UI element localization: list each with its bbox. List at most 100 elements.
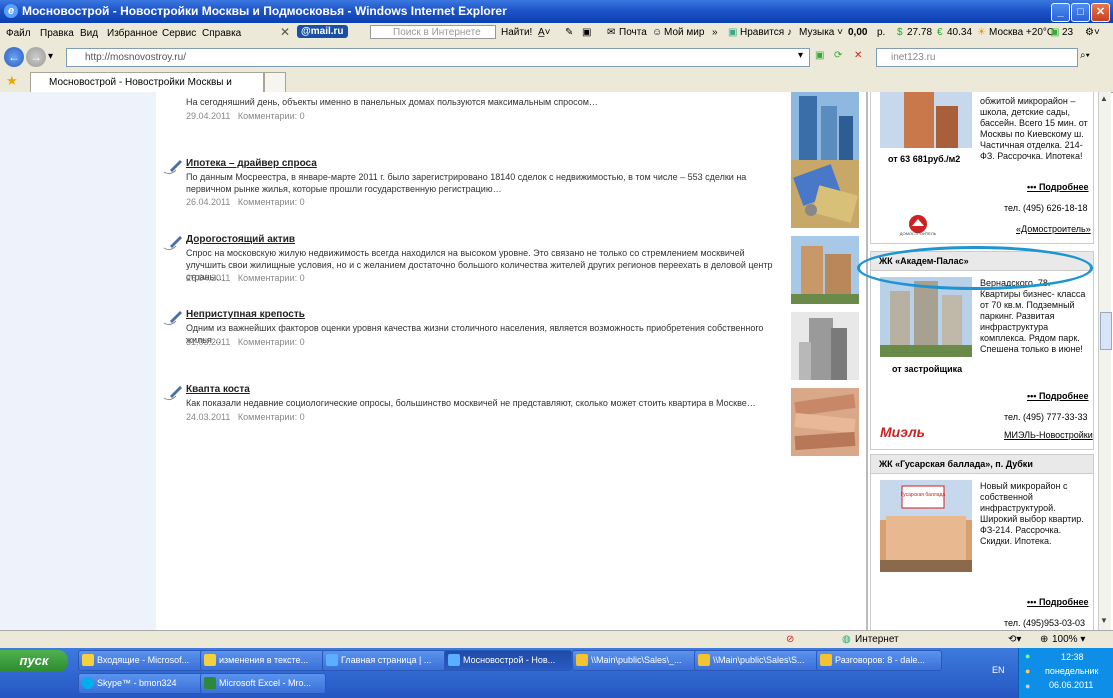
mail-link[interactable]: ✉ Почта [607, 27, 647, 38]
ad-image[interactable]: Гусарская баллада [880, 480, 972, 572]
ad-more-link[interactable]: ••• Подробнее [1027, 391, 1089, 401]
address-dropdown-icon[interactable]: ▾ [798, 50, 803, 61]
protected-mode-icon[interactable]: ⊘ [786, 634, 794, 645]
ad-image[interactable] [880, 92, 972, 148]
chat-icon [820, 654, 832, 666]
screenshot-icon[interactable]: ▣ [582, 27, 591, 38]
scroll-up-icon[interactable]: ▲ [1100, 94, 1108, 103]
taskbar-item-skype[interactable]: Skype™ - bmon324 [78, 673, 204, 694]
news-thumbnail[interactable] [791, 92, 859, 160]
weather[interactable]: ☀ Москва +20°C [977, 27, 1054, 38]
ad-developer-link[interactable]: МИЭЛЬ-Новостройки [1004, 430, 1093, 440]
taskbar-item-mosnovostroy[interactable]: Мосновострой - Нов... [444, 650, 572, 671]
vertical-scrollbar[interactable]: ▲ ▼ [1098, 92, 1112, 630]
news-comments[interactable]: Комментарии: 0 [238, 197, 305, 207]
taskbar-item-home[interactable]: Главная страница | ... [322, 650, 448, 671]
ad-more-link[interactable]: ••• Подробнее [1027, 182, 1089, 192]
miel-logo[interactable]: Миэль [880, 424, 925, 440]
history-chevron-icon[interactable]: ▾ [48, 51, 53, 62]
notifications[interactable]: ▣ 23 [1050, 27, 1073, 38]
start-button[interactable]: пуск [0, 650, 68, 672]
language-indicator[interactable]: EN [992, 665, 1005, 675]
column-divider [866, 92, 868, 630]
toolbar-close-icon[interactable]: ✕ [280, 25, 290, 39]
ad-text: Новый микрорайон с собственной инфрастру… [980, 481, 1084, 546]
stop-icon[interactable]: ✕ [854, 50, 862, 61]
forward-button[interactable]: → [26, 47, 46, 67]
news-thumbnail[interactable] [791, 388, 859, 456]
domostroitel-logo[interactable]: ДОМОСТРОИТЕЛЬ [898, 214, 938, 236]
taskbar-item-folder-1[interactable]: \\Main\public\Sales\_... [572, 650, 698, 671]
news-thumbnail[interactable] [791, 236, 859, 304]
more-chevron-icon[interactable]: » [712, 27, 718, 38]
news-comments[interactable]: Комментарии: 0 [238, 111, 305, 121]
excel-icon [204, 677, 216, 689]
zone-indicator[interactable]: ◍ Интернет [842, 634, 899, 645]
myworld-link[interactable]: ☺ Мой мир [652, 27, 704, 38]
security-icon[interactable]: ⟲▾ [1008, 634, 1021, 645]
mailru-logo[interactable]: @mail.ru [297, 25, 348, 38]
zoom-control[interactable]: ⊕ 100% ▾ [1040, 634, 1085, 645]
taskbar-item-excel[interactable]: Microsoft Excel - Mro... [200, 673, 326, 694]
tray-icon[interactable]: ● [1025, 681, 1030, 691]
taskbar-item-inbox[interactable]: Входящие - Microsof... [78, 650, 204, 671]
address-search-input[interactable]: inet123.ru [876, 48, 1078, 67]
title-bar: e Мосновострой - Новостройки Москвы и По… [0, 0, 1113, 23]
like-label: Нравится [740, 27, 785, 38]
outlook-icon [82, 654, 94, 666]
search-icon[interactable]: ⌕▾ [1080, 50, 1090, 61]
music-link[interactable]: ♪ Музыка ˅ [787, 27, 843, 38]
taskbar-item-changes[interactable]: изменения в тексте... [200, 650, 326, 671]
news-title[interactable]: Неприступная крепость [186, 309, 305, 320]
minimize-button[interactable]: _ [1051, 3, 1070, 22]
menu-favorites[interactable]: Избранное [107, 28, 158, 39]
ad-developer-link[interactable]: «Домостроитель» [1016, 224, 1091, 234]
menu-edit[interactable]: Правка [40, 28, 74, 39]
ad-header[interactable]: ЖК «Гусарская баллада», п. Дубки [870, 454, 1094, 474]
scroll-thumb[interactable] [1100, 312, 1112, 350]
highlight-ellipse [857, 246, 1093, 290]
news-thumbnail[interactable] [791, 312, 859, 380]
taskbar-label: Мосновострой - Нов... [463, 655, 556, 665]
ad-more-link[interactable]: ••• Подробнее [1027, 597, 1089, 607]
news-thumbnail[interactable] [791, 160, 859, 228]
find-button[interactable]: Найти! [501, 27, 532, 38]
refresh-icon[interactable]: ⟳ [834, 50, 842, 61]
compat-icon[interactable]: ▣ [815, 50, 824, 61]
tray-icon[interactable]: ● [1025, 666, 1030, 676]
toolbar-search-input[interactable]: Поиск в Интернете [370, 25, 496, 39]
maximize-button[interactable]: □ [1071, 3, 1090, 22]
news-comments[interactable]: Комментарии: 0 [238, 273, 305, 283]
news-comments[interactable]: Комментарии: 0 [238, 337, 305, 347]
news-comments[interactable]: Комментарии: 0 [238, 412, 305, 422]
taskbar-item-chat[interactable]: Разговоров: 8 - dale... [816, 650, 942, 671]
settings-icon[interactable]: ⚙˅ [1085, 27, 1100, 38]
new-tab-button[interactable] [264, 72, 286, 93]
highlighter-icon[interactable]: ✎ [565, 27, 573, 38]
balance-value[interactable]: 0,00 [848, 27, 867, 38]
news-title[interactable]: Дорогостоящий актив [186, 234, 295, 245]
menu-help[interactable]: Справка [202, 28, 241, 39]
menu-tools[interactable]: Сервис [162, 28, 196, 39]
ie-icon [326, 654, 338, 666]
ad-title: ЖК «Гусарская баллада», п. Дубки [879, 459, 1033, 469]
scroll-down-icon[interactable]: ▼ [1100, 616, 1108, 625]
tab-mosnovostroy[interactable]: Мосновострой - Новостройки Москвы и Подм… [30, 72, 264, 107]
news-date: 26.04.2011 [186, 197, 231, 207]
like-link[interactable]: ▣ Нравится [728, 27, 784, 38]
favorites-star-icon[interactable]: ★ [6, 73, 18, 89]
news-title[interactable]: Квапта коста [186, 384, 250, 395]
system-tray: ● ● ● 12:38 понедельник 06.06.2011 [1018, 648, 1113, 698]
address-field[interactable]: http://mosnovostroy.ru/ [66, 48, 810, 67]
taskbar-item-folder-2[interactable]: \\Main\public\Sales\S... [694, 650, 820, 671]
back-button[interactable]: ← [4, 47, 24, 67]
menu-file[interactable]: Файл [6, 28, 31, 39]
close-button[interactable]: ✕ [1091, 3, 1110, 22]
usd-rate[interactable]: $27.78 [897, 27, 932, 38]
eur-rate[interactable]: €40.34 [937, 27, 972, 38]
font-icon[interactable]: A̲˅ [538, 27, 551, 38]
tray-icon[interactable]: ● [1025, 651, 1030, 661]
clock-time[interactable]: 12:38 [1061, 652, 1084, 662]
menu-view[interactable]: Вид [80, 28, 98, 39]
news-title[interactable]: Ипотека – драйвер спроса [186, 158, 317, 169]
